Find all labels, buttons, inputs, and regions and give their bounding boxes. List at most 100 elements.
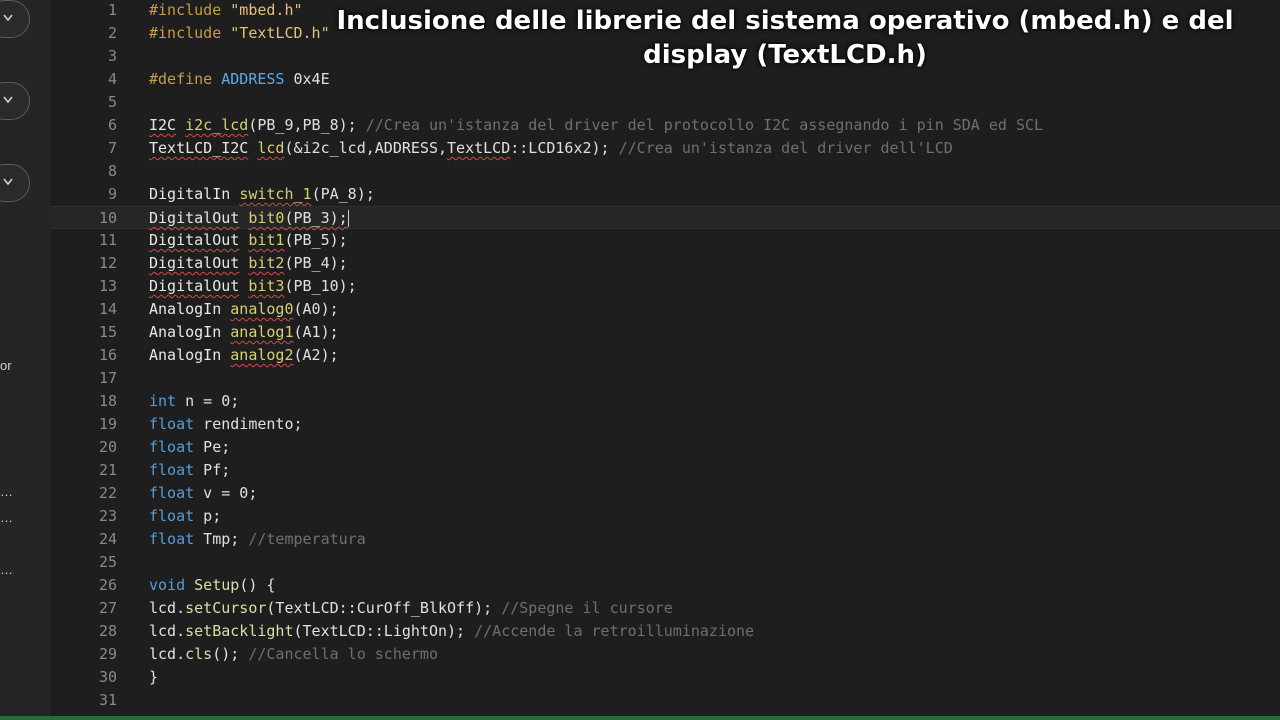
code-text[interactable]: DigitalOut bit0(PB_3);	[149, 207, 349, 230]
code-text[interactable]: #include "mbed.h"	[149, 0, 303, 22]
code-line[interactable]: 19 float rendimento;	[50, 413, 1280, 436]
line-number: 8	[107, 162, 117, 180]
line-number: 25	[98, 553, 117, 571]
sidebar-label-fragment[interactable]: or	[0, 358, 12, 373]
code-line[interactable]: 8	[50, 160, 1280, 183]
sidebar-label-fragment[interactable]: …	[0, 510, 13, 525]
code-text[interactable]: DigitalOut bit1(PB_5);	[149, 229, 348, 252]
code-line[interactable]: 9 DigitalIn switch_1(PA_8);	[50, 183, 1280, 206]
code-text[interactable]: float p;	[149, 505, 221, 528]
code-text[interactable]: lcd.setCursor(TextLCD::CurOff_BlkOff); /…	[149, 597, 673, 620]
code-line[interactable]: 28 lcd.setBacklight(TextLCD::LightOn); //…	[50, 620, 1280, 643]
code-line[interactable]: 11 DigitalOut bit1(PB_5);	[50, 229, 1280, 252]
code-token: lcd.	[149, 645, 186, 663]
code-text[interactable]: float rendimento;	[149, 413, 303, 436]
code-text[interactable]: DigitalIn switch_1(PA_8);	[149, 183, 375, 206]
line-number: 10	[98, 209, 117, 227]
code-line[interactable]: 22 float v = 0;	[50, 482, 1280, 505]
code-text[interactable]: int n = 0;	[149, 390, 239, 413]
code-line[interactable]: 26 void Setup() {	[50, 574, 1280, 597]
code-token: lcd	[257, 139, 285, 157]
code-token: Pf;	[194, 461, 231, 479]
code-line[interactable]: 6 I2C i2c_lcd(PB_9,PB_8); //Crea un'istan…	[50, 114, 1280, 137]
sidebar-collapse-button-2[interactable]	[0, 82, 30, 120]
code-token: p;	[194, 507, 222, 525]
code-token: //Cancella lo schermo	[248, 645, 438, 663]
code-token: (A1);	[293, 323, 339, 341]
code-text[interactable]: #include "TextLCD.h"	[149, 22, 330, 45]
code-token: setBacklight	[185, 622, 294, 640]
code-text[interactable]: void Setup() {	[149, 574, 275, 597]
code-text[interactable]: AnalogIn analog0(A0);	[149, 298, 339, 321]
code-text[interactable]: }	[149, 666, 158, 689]
code-token: DigitalOut	[149, 254, 240, 272]
code-token: lcd.	[149, 622, 186, 640]
code-token: //Crea un'istanza del driver del protoco…	[365, 116, 1044, 134]
code-line[interactable]: 7 TextLCD_I2C lcd(&i2c_lcd,ADDRESS,TextLC…	[50, 137, 1280, 160]
code-text[interactable]: DigitalOut bit3(PB_10);	[149, 275, 357, 298]
code-text[interactable]: float Tmp; //temperatura	[149, 528, 366, 551]
code-editor[interactable]: 1 #include "mbed.h" 2 #include "TextLCD.h" 3…	[50, 0, 1280, 720]
code-text[interactable]: float Pf;	[149, 459, 230, 482]
code-text[interactable]: lcd.cls(); //Cancella lo schermo	[149, 643, 438, 666]
code-token: bit2	[248, 254, 285, 272]
code-token: analog1	[230, 323, 294, 341]
code-line[interactable]: 21 float Pf;	[50, 459, 1280, 482]
code-token: (PA_8);	[311, 185, 375, 203]
code-line[interactable]: 12 DigitalOut bit2(PB_4);	[50, 252, 1280, 275]
code-token: AnalogIn	[149, 346, 222, 364]
code-token: Tmp;	[194, 530, 249, 548]
code-text[interactable]: float Pe;	[149, 436, 230, 459]
code-token: v = 0;	[194, 484, 258, 502]
code-token: (PB_3);	[284, 209, 348, 227]
sidebar-label-fragment[interactable]: …	[0, 562, 13, 577]
code-text[interactable]: AnalogIn analog1(A1);	[149, 321, 339, 344]
code-text[interactable]: float v = 0;	[149, 482, 257, 505]
code-token: Setup	[194, 576, 240, 594]
code-token: #include	[149, 24, 231, 42]
code-line[interactable]: 14 AnalogIn analog0(A0);	[50, 298, 1280, 321]
code-line[interactable]: 24 float Tmp; //temperatura	[50, 528, 1280, 551]
code-text[interactable]: lcd.setBacklight(TextLCD::LightOn); //Ac…	[149, 620, 754, 643]
sidebar-label-fragment[interactable]: …	[0, 484, 13, 499]
code-token: bit3	[248, 277, 285, 295]
code-token: float	[149, 484, 195, 502]
code-token: float	[149, 415, 195, 433]
code-line[interactable]: 13 DigitalOut bit3(PB_10);	[50, 275, 1280, 298]
text-cursor	[347, 210, 349, 227]
code-text[interactable]: TextLCD_I2C lcd(&i2c_lcd,ADDRESS,TextLCD…	[149, 137, 953, 160]
code-token: (TextLCD::LightOn);	[293, 622, 475, 640]
code-line[interactable]: 20 float Pe;	[50, 436, 1280, 459]
line-number: 26	[98, 576, 117, 594]
code-token: lcd.	[149, 599, 186, 617]
code-line[interactable]: 18 int n = 0;	[50, 390, 1280, 413]
sidebar-collapse-button-3[interactable]	[0, 164, 30, 202]
status-bar	[0, 716, 1280, 720]
code-line[interactable]: 31	[50, 689, 1280, 712]
sidebar-collapse-button-1[interactable]	[0, 0, 30, 38]
code-line[interactable]: 30}	[50, 666, 1280, 689]
code-line[interactable]: 16 AnalogIn analog2(A2);	[50, 344, 1280, 367]
line-number: 15	[98, 323, 117, 341]
code-line[interactable]: 10 DigitalOut bit0(PB_3);	[50, 206, 1280, 229]
code-token: //Crea un'istanza del driver dell'LCD	[618, 139, 953, 157]
code-line[interactable]: 23 float p;	[50, 505, 1280, 528]
code-line[interactable]: 27 lcd.setCursor(TextLCD::CurOff_BlkOff);…	[50, 597, 1280, 620]
code-text[interactable]: DigitalOut bit2(PB_4);	[149, 252, 348, 275]
video-caption-overlay: Inclusione delle librerie del sistema op…	[330, 4, 1240, 72]
code-text[interactable]: AnalogIn analog2(A2);	[149, 344, 339, 367]
code-text[interactable]: I2C i2c_lcd(PB_9,PB_8); //Crea un'istanz…	[149, 114, 1043, 137]
code-text[interactable]: #define ADDRESS 0x4E	[149, 68, 330, 91]
code-line[interactable]: 29 lcd.cls(); //Cancella lo schermo	[50, 643, 1280, 666]
code-line[interactable]: 17	[50, 367, 1280, 390]
code-line[interactable]: 25	[50, 551, 1280, 574]
code-token: float	[149, 461, 195, 479]
chevron-down-icon	[3, 178, 13, 186]
line-number: 16	[98, 346, 117, 364]
code-line[interactable]: 5	[50, 91, 1280, 114]
code-line[interactable]: 15 AnalogIn analog1(A1);	[50, 321, 1280, 344]
